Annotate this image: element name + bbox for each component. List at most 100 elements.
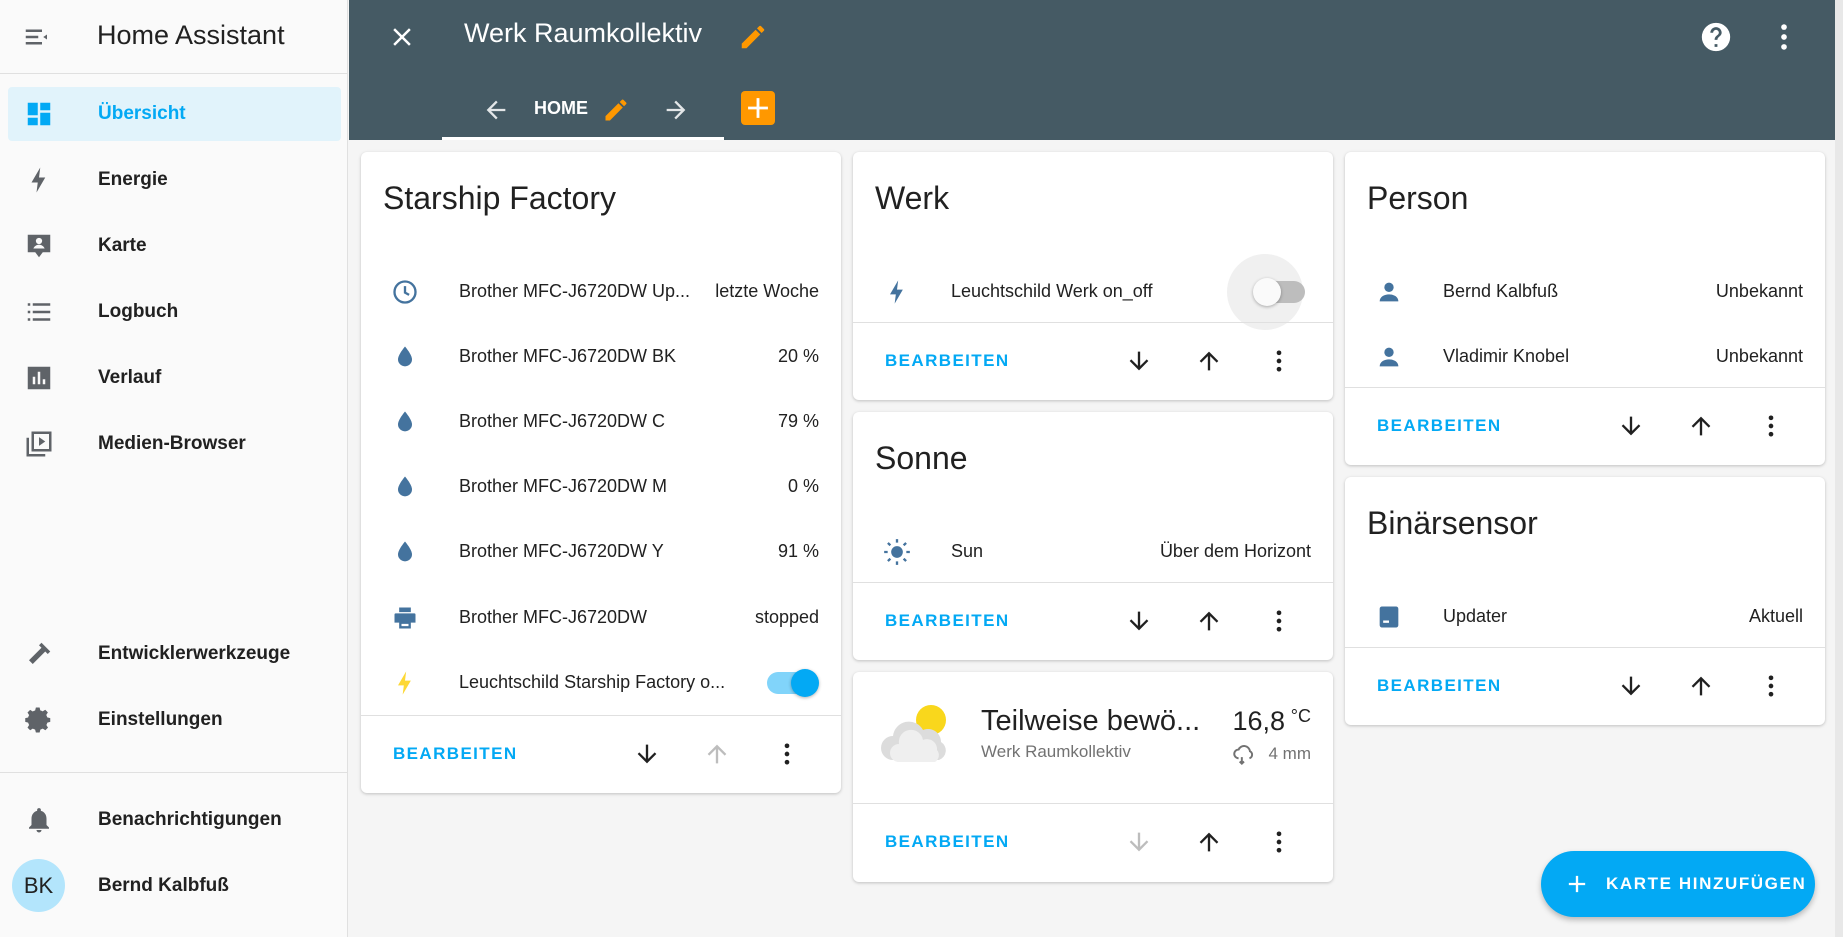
avatar[interactable]: BK bbox=[12, 859, 65, 912]
entity-row[interactable]: Vladimir Knobel Unbekannt bbox=[1345, 337, 1825, 377]
water-drop-icon bbox=[398, 346, 412, 367]
media-icon bbox=[26, 431, 52, 457]
tab-home[interactable]: HOME bbox=[442, 86, 724, 140]
lightning-icon bbox=[31, 167, 46, 193]
sidebar-item-label: Medien-Browser bbox=[98, 433, 246, 454]
toggle-switch-off[interactable] bbox=[1253, 278, 1305, 306]
entity-state: letzte Woche bbox=[715, 281, 819, 301]
more-vertical-icon[interactable] bbox=[773, 740, 801, 768]
close-icon[interactable] bbox=[387, 22, 417, 52]
arrow-right-icon[interactable] bbox=[662, 96, 690, 124]
more-vertical-icon[interactable] bbox=[1265, 347, 1293, 375]
arrow-up-icon[interactable] bbox=[1195, 607, 1223, 635]
entity-name: Vladimir Knobel bbox=[1443, 346, 1570, 366]
entity-name: Brother MFC-J6720DW C bbox=[459, 411, 666, 431]
edit-mode-toolbar: Werk Raumkollektiv HOME bbox=[349, 0, 1835, 140]
person-icon bbox=[1379, 347, 1399, 367]
sidebar-item-uebersicht[interactable]: Übersicht bbox=[8, 87, 341, 141]
sidebar-item-entwicklerwerkzeuge[interactable]: Entwicklerwerkzeuge bbox=[8, 627, 341, 681]
sidebar-item-energie[interactable]: Energie bbox=[8, 153, 341, 207]
edit-button[interactable]: BEARBEITEN bbox=[1377, 416, 1502, 436]
arrow-up-icon[interactable] bbox=[1195, 828, 1223, 856]
entity-row[interactable]: Brother MFC-J6720DW Y 91 % bbox=[361, 532, 841, 572]
weather-location: Werk Raumkollektiv bbox=[981, 742, 1131, 761]
plus-icon bbox=[1568, 875, 1586, 893]
card-title: Werk bbox=[875, 180, 950, 216]
sidebar-item-logbuch[interactable]: Logbuch bbox=[8, 285, 341, 339]
weather-temperature: 16,8 bbox=[1232, 706, 1285, 736]
entity-row[interactable]: Sun Über dem Horizont bbox=[853, 532, 1333, 572]
entity-name: Brother MFC-J6720DW M bbox=[459, 476, 668, 496]
menu-collapse-icon[interactable] bbox=[22, 22, 52, 52]
sidebar-header: Home Assistant bbox=[0, 0, 347, 74]
entity-state: Unbekannt bbox=[1715, 281, 1803, 301]
entity-row[interactable]: Bernd Kalbfuß Unbekannt bbox=[1345, 272, 1825, 312]
weather-card[interactable]: Teilweise bewö... Werk Raumkollektiv 16,… bbox=[853, 672, 1333, 882]
toggle-knob bbox=[1253, 278, 1281, 306]
clock-icon bbox=[393, 280, 417, 304]
sidebar-item-notifications[interactable]: Benachrichtigungen bbox=[8, 793, 341, 847]
entities-card-werk: Werk Leuchtschild Werk on_off BEARBEITEN bbox=[853, 152, 1333, 400]
arrow-up-icon[interactable] bbox=[1195, 347, 1223, 375]
card-actions: BEARBEITEN bbox=[361, 715, 841, 794]
pencil-icon[interactable] bbox=[602, 96, 630, 124]
sun-icon bbox=[884, 539, 910, 565]
entity-name: Brother MFC-J6720DW bbox=[459, 607, 648, 627]
add-view-button[interactable] bbox=[741, 91, 775, 125]
sidebar-item-verlauf[interactable]: Verlauf bbox=[8, 351, 341, 405]
arrow-left-icon[interactable] bbox=[482, 96, 510, 124]
entity-row[interactable]: Brother MFC-J6720DW C 79 % bbox=[361, 402, 841, 442]
toggle-switch-on[interactable] bbox=[767, 669, 819, 697]
card-actions: BEARBEITEN bbox=[853, 803, 1333, 882]
water-drop-icon bbox=[398, 541, 412, 562]
arrow-down-icon[interactable] bbox=[1125, 607, 1153, 635]
arrow-down-icon[interactable] bbox=[1125, 347, 1153, 375]
arrow-up-icon[interactable] bbox=[1687, 672, 1715, 700]
edit-button[interactable]: BEARBEITEN bbox=[885, 832, 1010, 852]
list-icon bbox=[27, 303, 51, 321]
arrow-up-icon[interactable] bbox=[1687, 412, 1715, 440]
pencil-icon[interactable] bbox=[738, 22, 768, 52]
entity-row[interactable]: Updater Aktuell bbox=[1345, 597, 1825, 637]
sidebar-item-einstellungen[interactable]: Einstellungen bbox=[8, 693, 341, 747]
more-vertical-icon[interactable] bbox=[1265, 607, 1293, 635]
arrow-down-icon[interactable] bbox=[1617, 672, 1645, 700]
entity-state: Aktuell bbox=[1748, 606, 1803, 626]
sidebar-item-label: Übersicht bbox=[98, 103, 186, 124]
gear-icon bbox=[25, 707, 51, 733]
sidebar-item-karte[interactable]: Karte bbox=[8, 219, 341, 273]
more-vertical-icon[interactable] bbox=[1757, 672, 1785, 700]
weather-precipitation: 4 mm bbox=[1268, 744, 1312, 763]
entity-name: Brother MFC-J6720DW Up... bbox=[459, 281, 691, 301]
card-actions: BEARBEITEN bbox=[853, 322, 1333, 401]
weather-unit: °C bbox=[1290, 706, 1311, 726]
help-icon[interactable] bbox=[1699, 20, 1733, 54]
sidebar-item-label: Einstellungen bbox=[98, 709, 223, 730]
entity-row[interactable]: Brother MFC-J6720DW stopped bbox=[361, 598, 841, 638]
sidebar-item-label: Energie bbox=[98, 169, 168, 190]
edit-button[interactable]: BEARBEITEN bbox=[885, 351, 1010, 371]
sidebar-divider bbox=[0, 772, 348, 773]
arrow-down-icon[interactable] bbox=[1617, 412, 1645, 440]
edit-button[interactable]: BEARBEITEN bbox=[885, 611, 1010, 631]
arrow-down-icon[interactable] bbox=[633, 740, 661, 768]
hammer-icon bbox=[29, 642, 51, 664]
edit-button[interactable]: BEARBEITEN bbox=[393, 744, 518, 764]
entity-row[interactable]: Brother MFC-J6720DW Up... letzte Woche bbox=[361, 272, 841, 312]
entity-row[interactable]: Brother MFC-J6720DW BK 20 % bbox=[361, 337, 841, 377]
more-vertical-icon[interactable] bbox=[1767, 20, 1801, 54]
entity-state: 20 % bbox=[777, 346, 819, 366]
entity-name: Bernd Kalbfuß bbox=[1443, 281, 1559, 301]
more-vertical-icon[interactable] bbox=[1757, 412, 1785, 440]
scrollbar[interactable] bbox=[1835, 0, 1843, 937]
edit-button[interactable]: BEARBEITEN bbox=[1377, 676, 1502, 696]
more-vertical-icon[interactable] bbox=[1265, 828, 1293, 856]
entity-name: Brother MFC-J6720DW BK bbox=[459, 346, 677, 366]
sidebar: Home Assistant Übersicht Energie Karte L… bbox=[0, 0, 348, 937]
entities-card-sonne: Sonne Sun Über dem Horizont BEARBEITEN bbox=[853, 412, 1333, 660]
entity-row[interactable]: Brother MFC-J6720DW M 0 % bbox=[361, 467, 841, 507]
arrow-down-icon bbox=[1129, 832, 1149, 852]
add-card-button[interactable]: KARTE HINZUFÜGEN bbox=[1541, 851, 1815, 917]
bell-icon bbox=[29, 808, 49, 833]
sidebar-item-medien-browser[interactable]: Medien-Browser bbox=[8, 417, 341, 471]
